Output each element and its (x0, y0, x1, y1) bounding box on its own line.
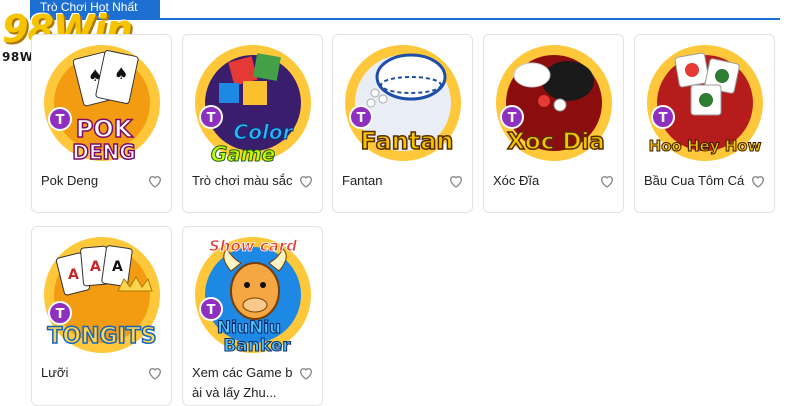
heart-outline-icon[interactable] (599, 173, 615, 189)
heart-outline-icon[interactable] (750, 173, 766, 189)
svg-text:A: A (112, 259, 123, 275)
badge-t: T (659, 111, 668, 126)
badge-t: T (207, 303, 216, 318)
game-name: Fantan (342, 173, 383, 188)
svg-text:A: A (68, 267, 79, 283)
game-name: Bầu Cua Tôm Cá (644, 173, 745, 188)
art-title-3: Banker (223, 336, 291, 356)
art-title-2: DENG (72, 140, 135, 164)
art-title-1: POK (76, 115, 134, 143)
game-name: Trò chơi màu sắc (192, 173, 293, 188)
game-card-color-game[interactable]: T Color Game Trò chơi màu sắc (182, 34, 323, 213)
art-title-2: Game (211, 142, 275, 165)
game-name: Xóc Đĩa (493, 173, 540, 188)
badge-t: T (56, 307, 65, 322)
game-thumbnail[interactable]: T Hoo Hey How (643, 41, 767, 165)
art-title-1: Xoc Dia (507, 129, 605, 155)
svg-text:♠: ♠ (88, 66, 102, 85)
game-name: Pok Deng (41, 173, 99, 188)
game-card-pok-deng[interactable]: ♠ ♠ T POK DENG Pok Deng (31, 34, 172, 213)
heart-outline-icon[interactable] (147, 173, 163, 189)
game-card-niuniu[interactable]: T Show card NiuNiu Banker Xem các Game b… (182, 226, 323, 406)
art-title-1: Hoo Hey How (649, 137, 762, 155)
game-name: Lưỡi (41, 365, 69, 380)
heart-outline-icon[interactable] (298, 173, 314, 189)
heart-outline-icon[interactable] (448, 173, 464, 189)
svg-text:♠: ♠ (114, 64, 128, 83)
heart-outline-icon[interactable] (298, 365, 314, 381)
game-card-xoc-dia[interactable]: T Xoc Dia Xóc Đĩa (483, 34, 624, 213)
art-title-1: Fantan (360, 127, 453, 155)
art-title-1: Color (234, 120, 294, 144)
art-title-2: NiuNiu (217, 318, 281, 338)
badge-t: T (357, 111, 366, 126)
game-thumbnail[interactable]: T Fantan (341, 41, 465, 165)
game-thumbnail[interactable]: T Color Game (191, 41, 315, 165)
badge-t: T (56, 113, 65, 128)
art-title-1: TONGITS (47, 324, 156, 349)
art-title-1: Show card (209, 237, 297, 255)
badge-t: T (207, 111, 216, 126)
game-card-tongits[interactable]: A A A T TONGITS Lưỡi (31, 226, 172, 406)
game-card-fantan[interactable]: T Fantan Fantan (332, 34, 473, 213)
badge-t: T (508, 111, 517, 126)
heart-outline-icon[interactable] (147, 365, 163, 381)
game-thumbnail[interactable]: T Xoc Dia (492, 41, 616, 165)
game-card-bau-cua[interactable]: T Hoo Hey How Bầu Cua Tôm Cá (634, 34, 775, 213)
game-thumbnail[interactable]: A A A T TONGITS (40, 233, 164, 357)
svg-text:A: A (90, 259, 101, 275)
game-thumbnail[interactable]: ♠ ♠ T POK DENG (40, 41, 164, 165)
game-name: Xem các Game bài và lấy Zhu... (192, 365, 293, 400)
game-thumbnail[interactable]: T Show card NiuNiu Banker (191, 233, 315, 357)
